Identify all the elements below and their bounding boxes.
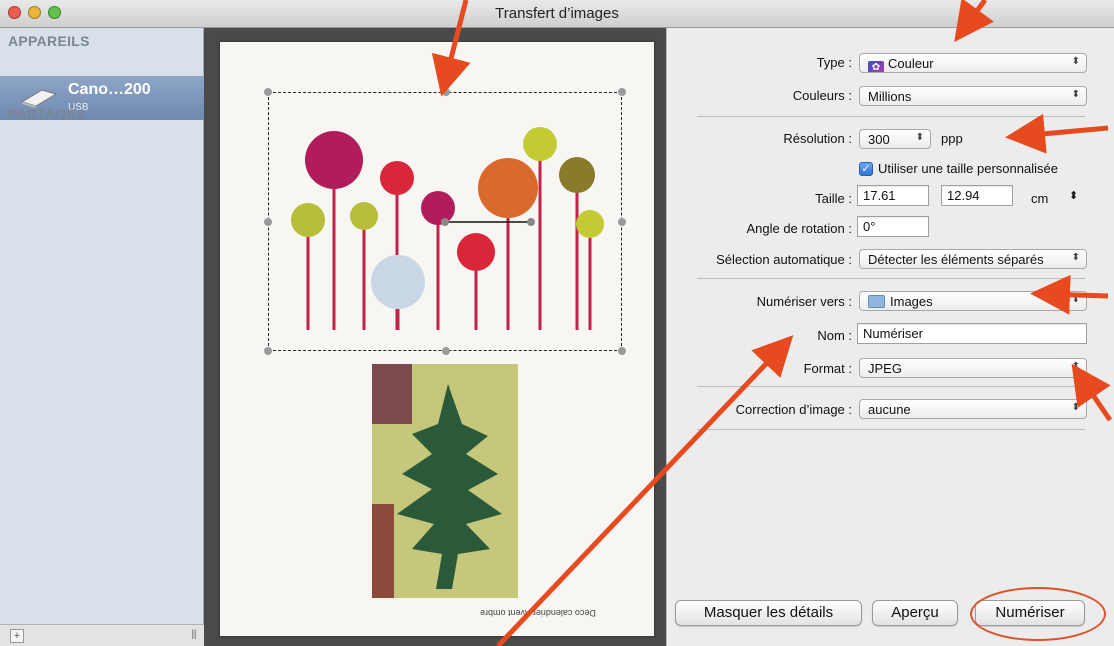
preview-button[interactable]: Aperçu	[872, 600, 958, 626]
type-label: Type :	[816, 55, 852, 70]
resolution-value: 300	[868, 132, 890, 147]
color-icon: ✿	[868, 61, 884, 72]
crop-handle-top-right[interactable]	[618, 88, 626, 96]
devices-heading: APPAREILS	[8, 33, 90, 49]
fir-silhouette	[397, 384, 502, 589]
rotation-label: Angle de rotation :	[746, 221, 852, 236]
auto-selection-popup[interactable]: Détecter les éléments séparés ⬍	[859, 249, 1087, 269]
title-bar: Transfert d’images	[0, 0, 1114, 28]
crop-handle-bottom-left[interactable]	[264, 347, 272, 355]
hide-details-button[interactable]: Masquer les détails	[675, 600, 862, 626]
width-field[interactable]: 17.61	[857, 185, 929, 206]
sidebar: APPAREILS Cano…200 USB PARTAGÉS + |||	[0, 28, 204, 646]
shared-heading: PARTAGÉS	[8, 106, 87, 122]
folder-icon	[868, 295, 885, 308]
scanned-page: Deco calendrier Avent ombre	[220, 42, 654, 636]
resolution-popup[interactable]: 300 ⬍	[859, 129, 931, 149]
crop-handle-top[interactable]	[442, 88, 450, 96]
type-value: Couleur	[888, 56, 934, 71]
crop-selection[interactable]	[264, 88, 626, 355]
divider	[697, 278, 1085, 279]
popup-arrows-icon: ⬍	[1071, 402, 1080, 413]
auto-selection-label: Sélection automatique :	[716, 252, 852, 267]
rotation-field[interactable]: 0°	[857, 216, 929, 237]
colors-value: Millions	[868, 89, 912, 104]
rotation-handle-left[interactable]	[441, 218, 449, 226]
crop-handle-left[interactable]	[264, 218, 272, 226]
colors-popup[interactable]: Millions ⬍	[859, 86, 1087, 106]
scan-to-label: Numériser vers :	[756, 294, 852, 309]
name-label: Nom :	[817, 328, 852, 343]
resolution-label: Résolution :	[783, 131, 852, 146]
auto-selection-value: Détecter les éléments séparés	[868, 252, 1044, 267]
image-correction-label: Correction d’image :	[735, 402, 852, 417]
size-unit: cm	[1031, 191, 1049, 206]
popup-arrows-icon: ⬍	[1071, 89, 1080, 100]
popup-arrows-icon: ⬍	[915, 132, 924, 143]
popup-arrows-icon: ⬍	[1071, 361, 1080, 372]
format-value: JPEG	[868, 361, 902, 376]
page-caption: Deco calendrier Avent ombre	[480, 608, 596, 618]
format-popup[interactable]: JPEG ⬍	[859, 358, 1087, 378]
add-device-button[interactable]: +	[10, 629, 24, 643]
scan-to-value: Images	[890, 294, 933, 309]
image-correction-value: aucune	[868, 402, 911, 417]
custom-size-checkbox[interactable]: ✓	[859, 162, 873, 176]
popup-arrows-icon: ⬍	[1071, 56, 1080, 67]
crop-handle-bottom-right[interactable]	[618, 347, 626, 355]
height-field[interactable]: 12.94	[941, 185, 1013, 206]
crop-handle-bottom[interactable]	[442, 347, 450, 355]
name-field[interactable]: Numériser	[857, 323, 1087, 344]
divider	[697, 429, 1085, 430]
unit-stepper-icon[interactable]: ⬍	[1069, 189, 1078, 202]
popup-arrows-icon: ⬍	[1071, 252, 1080, 263]
settings-panel: Type : ✿ Couleur ⬍ Couleurs : Millions ⬍ …	[666, 28, 1114, 646]
popup-arrows-icon: ⬍	[1071, 294, 1080, 305]
custom-size-label: Utiliser une taille personnalisée	[878, 161, 1058, 176]
type-popup[interactable]: ✿ Couleur ⬍	[859, 53, 1087, 73]
colors-label: Couleurs :	[792, 88, 852, 103]
crop-handle-right[interactable]	[618, 218, 626, 226]
sidebar-footer: + |||	[0, 624, 204, 646]
rotation-handle-right[interactable]	[527, 218, 535, 226]
scan-preview: Deco calendrier Avent ombre	[204, 28, 666, 646]
device-name: Cano…200	[68, 81, 151, 98]
crop-handle-top-left[interactable]	[264, 88, 272, 96]
resolution-unit: ppp	[941, 131, 963, 146]
image-correction-popup[interactable]: aucune ⬍	[859, 399, 1087, 419]
size-label: Taille :	[815, 191, 852, 206]
window-title: Transfert d’images	[495, 5, 619, 22]
divider	[697, 116, 1085, 117]
scan-button-highlight-circle	[970, 587, 1106, 641]
scan-to-popup[interactable]: Images ⬍	[859, 291, 1087, 311]
divider	[697, 386, 1085, 387]
scanner-icon	[20, 89, 58, 108]
resize-grip-icon[interactable]: |||	[191, 629, 197, 640]
fir-photo	[372, 364, 518, 598]
format-label: Format :	[803, 361, 852, 376]
